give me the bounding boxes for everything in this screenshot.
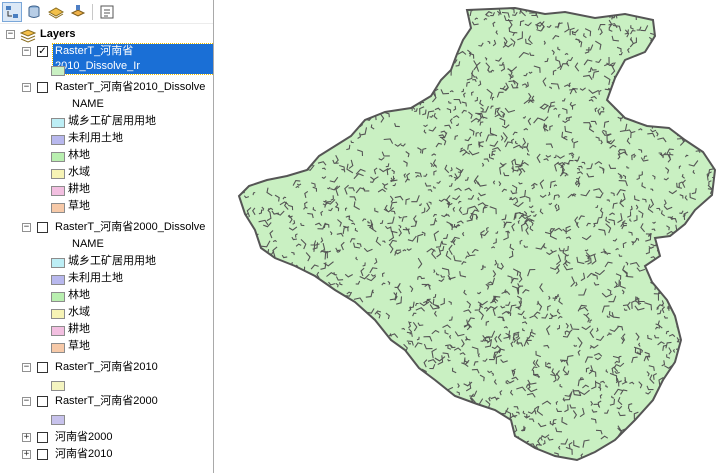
layer6-name[interactable]: 河南省2000 <box>55 430 112 445</box>
toc-toolbar <box>0 0 213 24</box>
layer5-symbol-swatch[interactable] <box>51 415 65 425</box>
layer3-class-label: 耕地 <box>68 323 90 335</box>
layer3-class-swatch[interactable] <box>51 275 65 285</box>
layer1-visibility-checkbox[interactable]: ✓ <box>37 46 48 57</box>
layer1-name[interactable]: RasterT_河南省2010_Dissolve_Ir <box>52 43 213 75</box>
layer1-symbol-swatch[interactable] <box>51 66 65 76</box>
layer2-class-label: 城乡工矿居用用地 <box>68 115 156 127</box>
layer2-class-swatch[interactable] <box>51 152 65 162</box>
layer7-visibility-checkbox[interactable] <box>37 449 48 460</box>
options-icon <box>100 5 114 18</box>
layers-icon <box>20 29 36 43</box>
list-by-selection-button[interactable] <box>68 2 88 22</box>
layer3-class-swatch[interactable] <box>51 343 65 353</box>
layer2-class-label: 草地 <box>68 200 90 212</box>
layer3-class-swatch[interactable] <box>51 326 65 336</box>
layer3-class-label: 水域 <box>68 306 90 318</box>
layer3-name[interactable]: RasterT_河南省2000_Dissolve <box>55 220 205 235</box>
options-button[interactable] <box>97 2 117 22</box>
layer2-class-label: 水域 <box>68 166 90 178</box>
layer4-visibility-checkbox[interactable] <box>37 362 48 373</box>
layer2-collapse-toggle[interactable]: − <box>22 83 31 92</box>
layer3-class-label: 林地 <box>68 289 90 301</box>
layer3-class-swatch[interactable] <box>51 309 65 319</box>
layers-collapse-toggle[interactable]: − <box>6 30 15 39</box>
province-fill[interactable] <box>237 6 717 462</box>
layer2-class-swatch[interactable] <box>51 186 65 196</box>
list-by-selection-icon <box>70 4 86 17</box>
layer3-field-heading: NAME <box>72 238 104 250</box>
layer6-expand-toggle[interactable]: + <box>22 433 31 442</box>
layer3-class-label: 城乡工矿居用用地 <box>68 255 156 267</box>
layer2-visibility-checkbox[interactable] <box>37 82 48 93</box>
layer2-class-label: 林地 <box>68 149 90 161</box>
layer2-name[interactable]: RasterT_河南省2010_Dissolve <box>55 80 205 95</box>
list-by-visibility-icon <box>48 6 64 19</box>
list-by-drawing-order-icon <box>6 5 18 18</box>
layer2-class-swatch[interactable] <box>51 135 65 145</box>
list-by-drawing-order-button[interactable] <box>2 1 22 22</box>
list-by-source-button[interactable] <box>24 2 44 22</box>
map-canvas[interactable] <box>215 0 720 473</box>
layer5-name[interactable]: RasterT_河南省2000 <box>55 394 158 409</box>
layer7-name[interactable]: 河南省2010 <box>55 447 112 462</box>
layers-root-label[interactable]: Layers <box>40 27 75 42</box>
table-of-contents: − Layers − ✓ RasterT_河南省2010_Dissolve_Ir… <box>0 0 214 473</box>
layer2-class-swatch[interactable] <box>51 169 65 179</box>
layer3-class-label: 草地 <box>68 340 90 352</box>
toolbar-separator <box>92 3 93 20</box>
layer5-collapse-toggle[interactable]: − <box>22 397 31 406</box>
layer2-class-label: 未利用土地 <box>68 132 123 144</box>
layer6-visibility-checkbox[interactable] <box>37 432 48 443</box>
list-by-source-icon <box>28 5 40 18</box>
layer5-visibility-checkbox[interactable] <box>37 396 48 407</box>
layer2-class-swatch[interactable] <box>51 118 65 128</box>
layer2-class-swatch[interactable] <box>51 203 65 213</box>
layer3-class-swatch[interactable] <box>51 258 65 268</box>
layer1-collapse-toggle[interactable]: − <box>22 47 31 56</box>
layer3-class-label: 未利用土地 <box>68 272 123 284</box>
layer3-collapse-toggle[interactable]: − <box>22 223 31 232</box>
layer4-collapse-toggle[interactable]: − <box>22 363 31 372</box>
map-view[interactable] <box>215 0 720 473</box>
layer3-visibility-checkbox[interactable] <box>37 222 48 233</box>
list-by-visibility-button[interactable] <box>46 2 66 22</box>
layer3-class-swatch[interactable] <box>51 292 65 302</box>
layer2-class-label: 耕地 <box>68 183 90 195</box>
layer7-expand-toggle[interactable]: + <box>22 450 31 459</box>
layer4-name[interactable]: RasterT_河南省2010 <box>55 360 158 375</box>
layer4-symbol-swatch[interactable] <box>51 381 65 391</box>
layer2-field-heading: NAME <box>72 98 104 110</box>
